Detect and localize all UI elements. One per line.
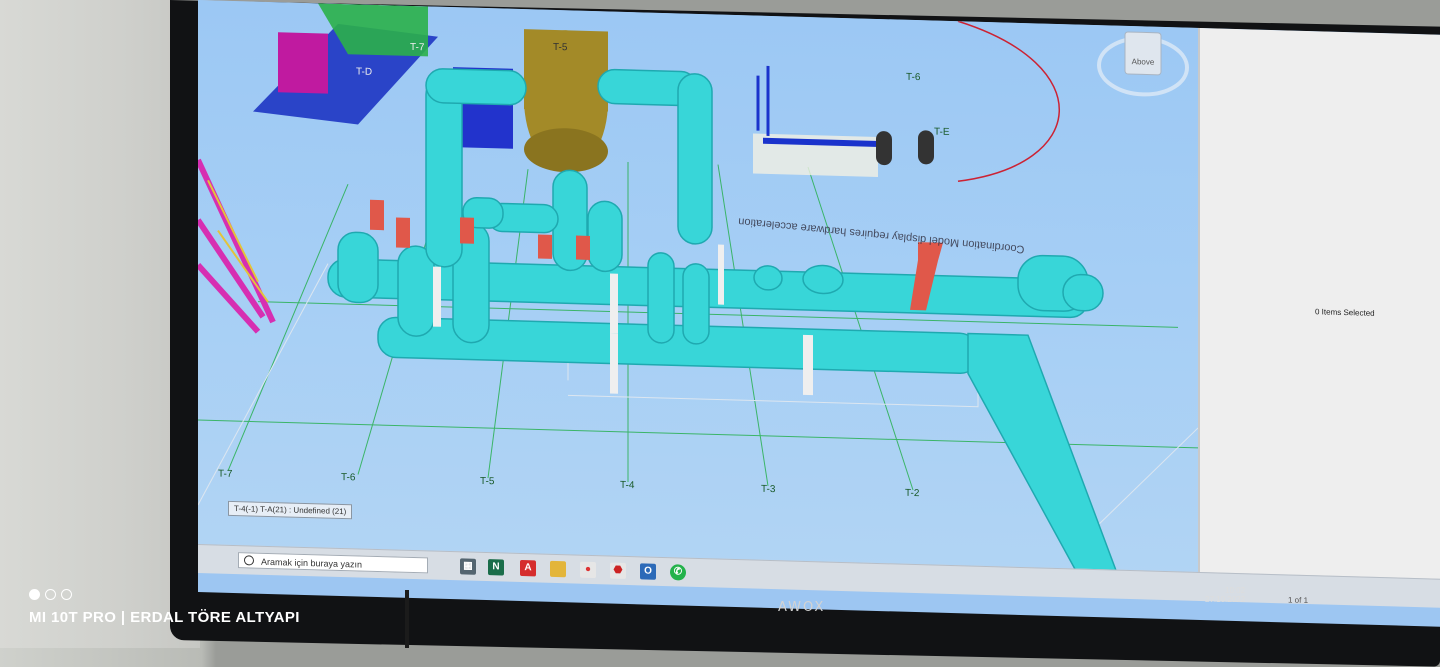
selection-count: 0 Items Selected — [1315, 307, 1375, 318]
grid-label: T-6 — [341, 471, 356, 484]
task-view-icon[interactable]: ▦ — [460, 558, 476, 575]
view-cube[interactable]: Above — [1093, 25, 1193, 108]
page-indicator: 1 of 1 — [1288, 595, 1309, 606]
grid-label: T-4 — [620, 479, 635, 492]
grid-label: T-3 — [761, 483, 776, 496]
top-label: T-6 — [906, 71, 921, 84]
clock-date: 27.10.2022 — [1205, 595, 1246, 604]
outlook-icon[interactable]: O — [640, 563, 656, 580]
top-label: T-5 — [553, 41, 568, 54]
camera-watermark: MI 10T PRO | ERDAL TÖRE ALTYAPI — [29, 609, 300, 626]
piping-model-drawing — [198, 3, 1198, 577]
search-icon — [244, 555, 254, 566]
acrobat-icon[interactable]: ⬣ — [610, 562, 626, 579]
autocad-app-icon[interactable]: A — [520, 559, 536, 577]
grid-label: T-5 — [480, 475, 495, 488]
view-cube-label: Above — [1132, 57, 1155, 67]
grid-label: T-7 — [218, 468, 233, 480]
taskbar-search-input[interactable]: Aramak için buraya yazın — [238, 552, 428, 574]
3d-model-viewport[interactable]: T-7 T-6 T-5 T-4 T-3 T-2 T-7 T-D T-5 T-6 … — [198, 0, 1198, 578]
camera-mode-dots — [29, 587, 77, 605]
system-clock: 10:02 27.10.2022 — [1205, 586, 1245, 604]
grid-label: T-2 — [905, 487, 920, 500]
monitor-cable — [405, 590, 409, 648]
properties-panel: 0 Items Selected — [1198, 27, 1440, 595]
steel-structure — [198, 158, 276, 334]
monitor-brand-logo: AWOX — [778, 600, 826, 615]
pipe-supports — [433, 244, 813, 396]
top-label: T-7 — [410, 41, 425, 54]
boundary-ellipse — [957, 20, 1060, 182]
top-label: T-D — [356, 66, 373, 78]
chrome-icon[interactable]: ● — [580, 561, 596, 579]
main-pipes — [327, 68, 1120, 577]
monitor-screen: T-7 T-6 T-5 T-4 T-3 T-2 T-7 T-D T-5 T-6 … — [198, 0, 1440, 627]
whatsapp-icon[interactable]: ✆ — [670, 564, 686, 581]
clock-time: 10:02 — [1225, 586, 1246, 595]
search-placeholder: Aramak için buraya yazın — [261, 556, 363, 570]
navisworks-app-icon[interactable]: N — [488, 559, 504, 576]
file-explorer-icon[interactable] — [550, 560, 566, 578]
top-label: T-E — [934, 126, 950, 138]
